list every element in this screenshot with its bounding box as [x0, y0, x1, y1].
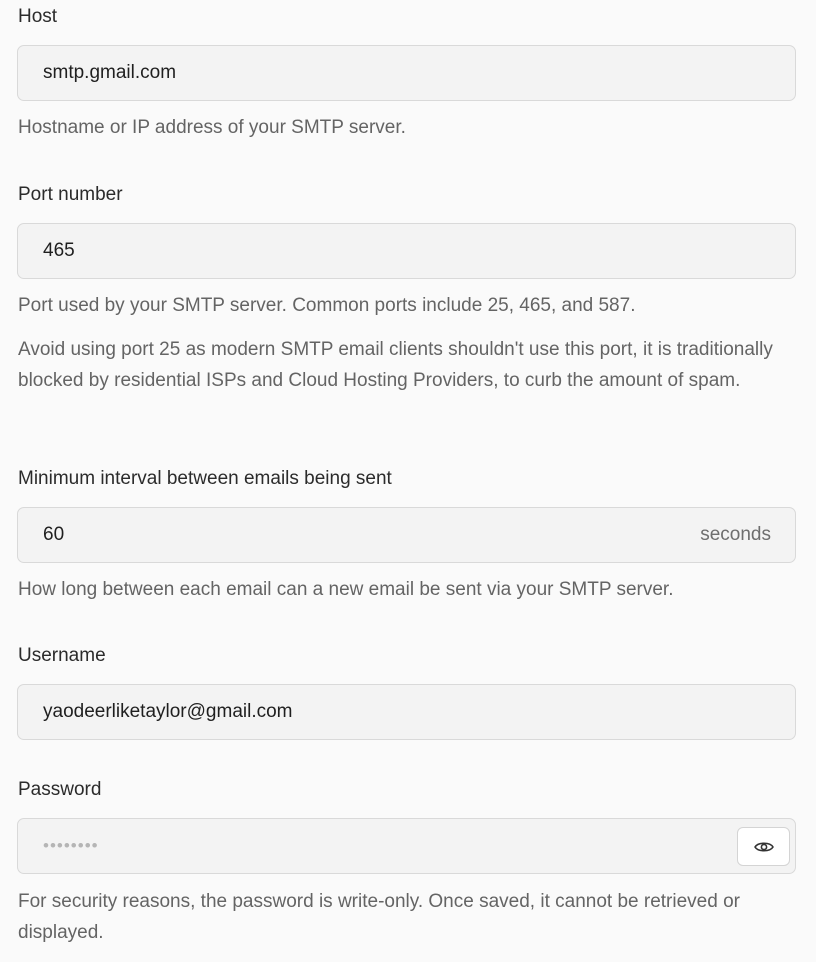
host-hint: Hostname or IP address of your SMTP serv… [18, 117, 406, 138]
username-label: Username [18, 645, 106, 666]
port-label: Port number [18, 184, 123, 205]
password-label: Password [18, 779, 102, 800]
port-input[interactable] [18, 224, 795, 278]
port-field-container [17, 223, 796, 279]
interval-suffix: seconds [700, 524, 771, 545]
username-input[interactable] [18, 685, 795, 739]
host-label: Host [18, 6, 58, 27]
interval-field-container: seconds [17, 507, 796, 563]
eye-icon [753, 841, 774, 852]
toggle-password-visibility-button[interactable] [737, 827, 790, 866]
password-hint: For security reasons, the password is wr… [18, 891, 740, 943]
host-input[interactable] [18, 46, 795, 100]
username-field-container [17, 684, 796, 740]
port-hint: Port used by your SMTP server. Common po… [18, 295, 636, 316]
port-note: Avoid using port 25 as modern SMTP email… [18, 339, 773, 391]
host-field-container [17, 45, 796, 101]
password-field-container: •••••••• [17, 818, 796, 874]
password-input[interactable] [18, 819, 795, 873]
interval-hint: How long between each email can a new em… [18, 579, 674, 600]
interval-label: Minimum interval between emails being se… [18, 468, 392, 489]
interval-input[interactable] [18, 508, 795, 562]
